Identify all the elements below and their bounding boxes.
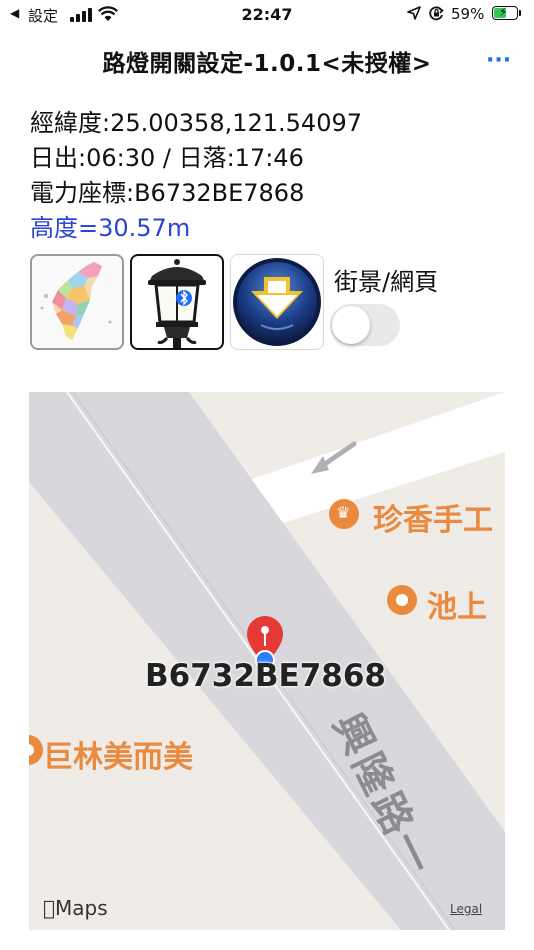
- location-icon: [407, 6, 421, 20]
- sunrise-sunset-text: 日出:06:30 / 日落:17:46: [30, 144, 304, 172]
- street-view-toggle-label: 街景/網頁: [334, 268, 439, 296]
- marker-label: B6732BE7868: [145, 658, 386, 694]
- rotation-lock-icon: [429, 6, 444, 21]
- altitude-text: 高度=30.57m: [30, 214, 191, 242]
- restaurant-icon[interactable]: [387, 585, 417, 615]
- street-lamp-bluetooth-icon: [148, 259, 206, 348]
- battery-percent: 59%: [451, 5, 485, 23]
- nav-bar: 路燈開關設定-1.0.1<未授權> ···: [0, 36, 534, 84]
- status-bar: ◀ 設定 22:47 59% ⚡: [0, 0, 534, 32]
- street-view-toggle[interactable]: [330, 304, 400, 346]
- apple-logo-icon: : [43, 896, 55, 920]
- download-button[interactable]: [230, 254, 324, 350]
- taiwan-map-icon: [40, 262, 112, 340]
- poi-label-2[interactable]: 巨林美而美: [43, 732, 193, 776]
- poi-label-1[interactable]: 池上: [427, 582, 487, 626]
- page-title: 路燈開關設定-1.0.1<未授權>: [102, 51, 432, 77]
- apple-maps-attribution: Maps: [43, 896, 108, 920]
- battery-cap: [519, 10, 521, 16]
- battery-charging-icon: ⚡: [492, 5, 518, 20]
- coordinates-text: 經緯度:25.00358,121.54097: [30, 109, 363, 137]
- power-coordinate-text: 電力座標:B6732BE7868: [30, 179, 305, 207]
- bakery-icon[interactable]: ♛: [329, 499, 359, 529]
- poi-label-0[interactable]: 珍香手工: [373, 495, 493, 539]
- legal-link[interactable]: Legal: [450, 902, 482, 916]
- map-view[interactable]: ♛ 珍香手工 池上 巨林美而美 興隆路一 B6732BE7868 Maps L…: [29, 392, 505, 930]
- street-lamp-bluetooth-button[interactable]: [130, 254, 224, 350]
- maps-attribution-text: Maps: [43, 896, 108, 920]
- toggle-knob: [332, 306, 370, 344]
- download-icon: [233, 258, 321, 346]
- more-options-button[interactable]: ···: [486, 48, 511, 73]
- taiwan-map-button[interactable]: [30, 254, 124, 350]
